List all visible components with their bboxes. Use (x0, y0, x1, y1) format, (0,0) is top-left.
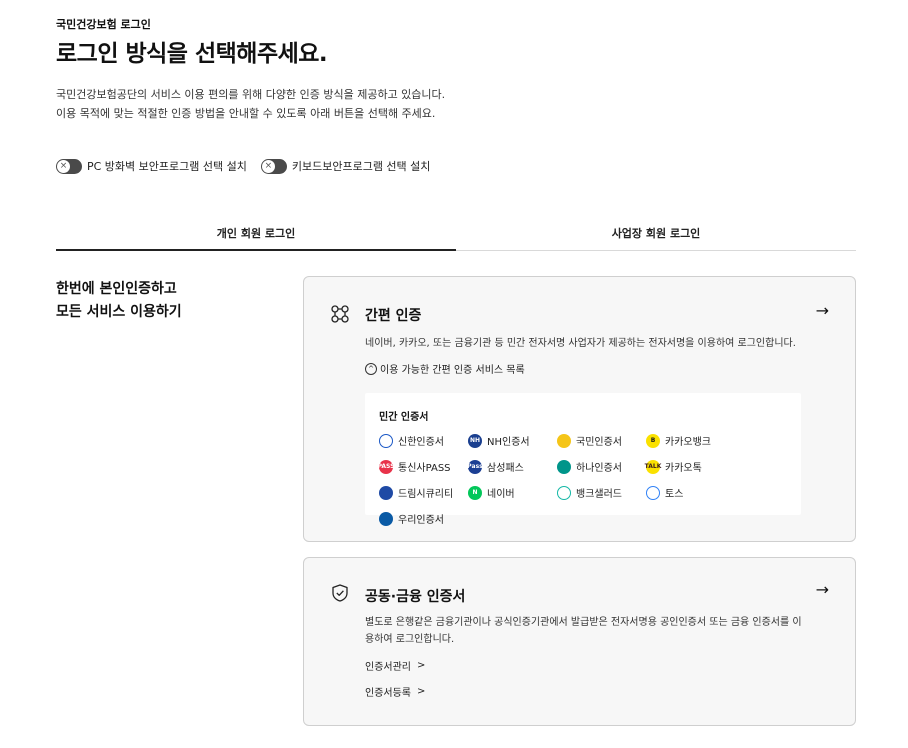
card-title: 공동·금융 인증서 (365, 589, 466, 605)
provider-logo-icon: PASS (378, 459, 394, 474)
provider-logo-icon (379, 433, 393, 448)
heading-line: 모든 서비스 이용하기 (56, 304, 182, 320)
cert-provider-item[interactable]: 토스 (646, 484, 756, 501)
x-icon: × (261, 159, 275, 173)
provider-logo-icon (379, 511, 393, 526)
toggle-switch[interactable]: × (260, 158, 287, 174)
provider-logo-icon: TALK (645, 459, 661, 474)
card-description: 네이버, 카카오, 또는 금융기관 등 민간 전자서명 사업자가 제공하는 전자… (365, 338, 796, 349)
cert-grid: 신한인증서 NH NH인증서 국민인증서 B 카카오뱅크 PASS 통신사PASS Pass 삼성… (378, 432, 801, 527)
provider-name: 뱅크샐러드 (576, 489, 622, 500)
provider-logo-icon (646, 485, 660, 500)
provider-name: 삼성패스 (487, 463, 524, 474)
cert-provider-item[interactable]: Pass 삼성패스 (467, 458, 557, 475)
cert-provider-item[interactable]: NH NH인증서 (468, 432, 557, 449)
provider-name: 신한인증서 (398, 437, 444, 448)
heading-line: 한번에 본인인증하고 (56, 281, 177, 297)
service-list-toggle[interactable]: ^ 이용 가능한 간편 인증 서비스 목록 (365, 361, 525, 376)
provider-logo-icon: B (646, 433, 660, 448)
provider-name: NH인증서 (487, 437, 530, 448)
provider-logo-icon (379, 485, 393, 500)
cert-list-title: 민간 인증서 (379, 412, 429, 423)
cert-register-link[interactable]: 인증서등록 > (365, 684, 425, 699)
public-cert-card[interactable]: 공동·금융 인증서 → 별도로 은행같은 금융기관이나 공식인증기관에서 발급받… (303, 557, 856, 726)
cert-provider-item[interactable]: 국민인증서 (557, 432, 646, 449)
private-cert-list: 민간 인증서 신한인증서 NH NH인증서 국민인증서 B 카카오뱅크 PASS 통신사PAS… (365, 393, 801, 526)
provider-name: 국민인증서 (576, 437, 622, 448)
provider-logo-icon (557, 459, 571, 474)
arrow-right-icon[interactable]: → (816, 301, 829, 320)
provider-name: 하나인증서 (576, 463, 622, 474)
provider-name: 우리인증서 (398, 515, 444, 526)
security-toggles: × PC 방화벽 보안프로그램 선택 설치 × 키보드보안프로그램 선택 설치 (56, 158, 430, 174)
cert-provider-item[interactable]: 신한인증서 (379, 432, 468, 449)
chevron-right-icon: > (417, 686, 426, 697)
provider-name: 카카오톡 (665, 463, 702, 474)
cert-provider-item[interactable]: PASS 통신사PASS (378, 458, 468, 475)
cert-provider-item[interactable]: 하나인증서 (557, 458, 646, 475)
provider-logo-icon: Pass (467, 459, 483, 474)
chevron-up-icon: ^ (365, 362, 377, 375)
provider-logo-icon (557, 433, 571, 448)
provider-logo-icon (557, 485, 571, 500)
x-icon: × (57, 159, 70, 173)
provider-name: 네이버 (487, 489, 515, 500)
cert-provider-item[interactable]: N 네이버 (468, 484, 557, 501)
cert-provider-item[interactable]: 우리인증서 (379, 510, 468, 527)
tab-business-login[interactable]: 사업장 회원 로그인 (456, 218, 856, 250)
chevron-right-icon: > (417, 660, 426, 671)
toggle-label: PC 방화벽 보안프로그램 선택 설치 (87, 160, 247, 173)
provider-name: 통신사PASS (398, 463, 451, 474)
description-line: 국민건강보험공단의 서비스 이용 편의를 위해 다양한 인증 방식을 제공하고 … (56, 88, 446, 101)
keyboard-security-toggle[interactable]: × 키보드보안프로그램 선택 설치 (260, 158, 431, 174)
firewall-install-toggle[interactable]: × PC 방화벽 보안프로그램 선택 설치 (56, 158, 247, 174)
toggle-switch[interactable]: × (56, 158, 82, 174)
cert-provider-item[interactable]: 드림시큐리티 (379, 484, 468, 501)
link-label: 인증서등록 (365, 688, 411, 699)
arrow-right-icon[interactable]: → (816, 580, 829, 599)
provider-name: 드림시큐리티 (398, 489, 454, 500)
toggle-label: 키보드보안프로그램 선택 설치 (291, 160, 431, 173)
provider-logo-icon: NH (468, 433, 482, 448)
cert-provider-item[interactable]: B 카카오뱅크 (646, 432, 756, 449)
service-list-toggle-label: 이용 가능한 간편 인증 서비스 목록 (380, 365, 525, 376)
page-eyebrow: 국민건강보험 로그인 (56, 18, 151, 31)
page-title: 로그인 방식을 선택해주세요. (56, 41, 328, 67)
page-description: 국민건강보험공단의 서비스 이용 편의를 위해 다양한 인증 방식을 제공하고 … (56, 85, 445, 123)
description-line: 이용 목적에 맞는 적절한 인증 방법을 안내할 수 있도록 아래 버튼을 선택… (56, 107, 436, 120)
section-heading: 한번에 본인인증하고 모든 서비스 이용하기 (56, 278, 182, 324)
cert-provider-item[interactable]: TALK 카카오톡 (645, 458, 756, 475)
card-title: 간편 인증 (365, 308, 422, 324)
shield-check-icon (332, 584, 348, 602)
link-label: 인증서관리 (365, 662, 411, 673)
provider-logo-icon: N (468, 485, 482, 500)
login-type-tabs: 개인 회원 로그인 사업장 회원 로그인 (56, 218, 856, 251)
tab-personal-login[interactable]: 개인 회원 로그인 (56, 218, 456, 251)
network-nodes-icon (331, 305, 349, 323)
cert-provider-item[interactable]: 뱅크샐러드 (557, 484, 646, 501)
card-description: 별도로 은행같은 금융기관이나 공식인증기관에서 발급받은 전자서명용 공인인증… (365, 617, 802, 645)
simple-auth-card[interactable]: 간편 인증 → 네이버, 카카오, 또는 금융기관 등 민간 전자서명 사업자가… (303, 276, 856, 542)
cert-manage-link[interactable]: 인증서관리 > (365, 658, 425, 673)
provider-name: 토스 (665, 489, 684, 500)
provider-name: 카카오뱅크 (665, 437, 711, 448)
